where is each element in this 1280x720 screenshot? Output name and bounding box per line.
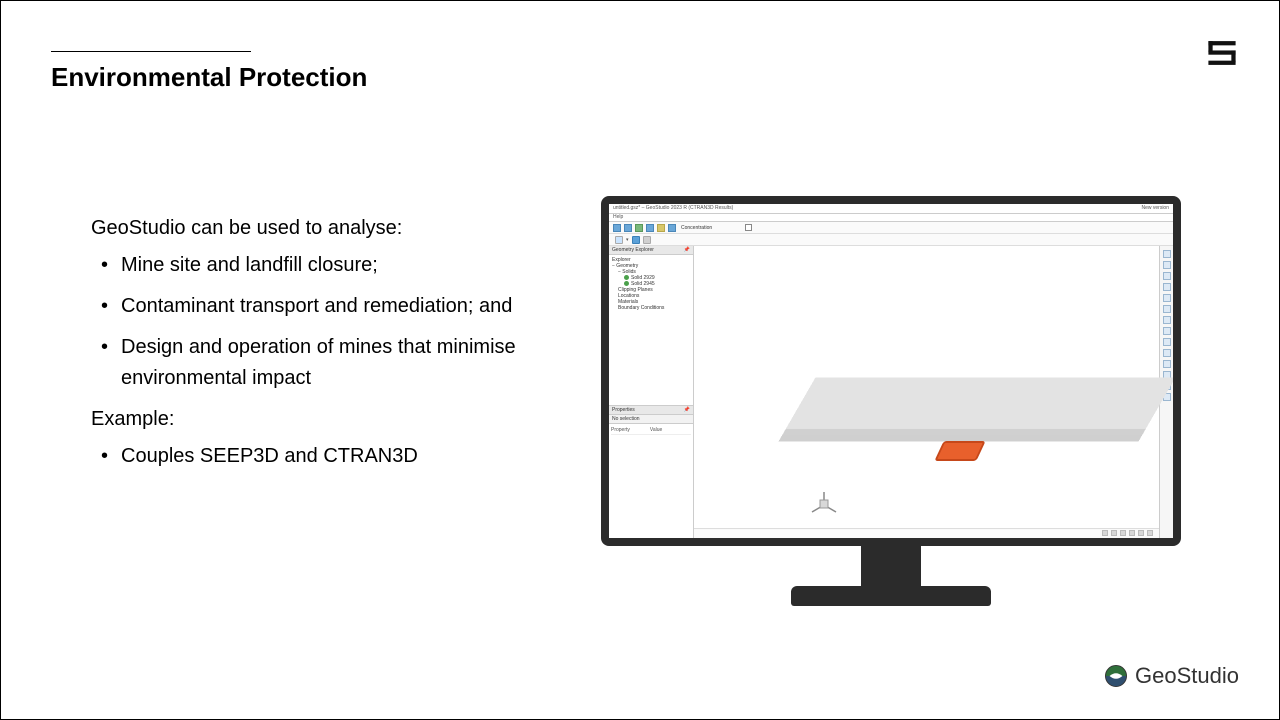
toolbar-cursor-icon[interactable] [615,236,623,244]
seequent-logo-mark [1205,39,1239,72]
pin-icon[interactable]: 📌 [684,247,690,253]
app-toolbar-primary: Concentration [609,222,1173,234]
properties-columns: Property Value [611,426,691,435]
axes-gizmo-icon[interactable] [809,490,839,520]
app-title-text: untitled.gsz* – GeoStudio 2023 R (CTRAN3… [613,205,733,212]
properties-col-property: Property [611,427,630,433]
model-contaminant-plume [934,441,985,461]
pin-icon[interactable]: 📌 [684,407,690,413]
slide-title: Environmental Protection [51,62,1229,93]
toolbar-icon[interactable] [635,224,643,232]
app-window: untitled.gsz* – GeoStudio 2023 R (CTRAN3… [609,204,1173,538]
view-tool-icon[interactable] [1163,338,1171,346]
toolbar-icon[interactable] [646,224,654,232]
statusbar-icon[interactable] [1129,530,1135,536]
monitor-stand-neck [861,546,921,586]
example-bullet-list: Couples SEEP3D and CTRAN3D [91,441,571,472]
toolbar-icon[interactable] [643,236,651,244]
bullet-item: Contaminant transport and remediation; a… [91,291,571,322]
view-tool-icon[interactable] [1163,272,1171,280]
monitor-mockup: untitled.gsz* – GeoStudio 2023 R (CTRAN3… [601,196,1181,606]
view-tool-icon[interactable] [1163,305,1171,313]
toolbar-dropdown-icon[interactable]: ▾ [626,237,629,243]
monitor-screen: untitled.gsz* – GeoStudio 2023 R (CTRAN3… [601,196,1181,546]
left-panel: Geometry Explorer 📌 Explorer − Geometry … [609,246,694,538]
app-toolbar-secondary: ▾ [609,234,1173,246]
toolbar-checkbox[interactable] [745,224,752,231]
view-tool-icon[interactable] [1163,294,1171,302]
sphere-icon [624,275,629,280]
tree-item-boundary[interactable]: Boundary Conditions [612,305,690,311]
s-mark-icon [1205,39,1239,67]
view-tool-icon[interactable] [1163,250,1171,258]
toolbar-field-label: Concentration [681,225,712,231]
properties-subheader: No selection [609,415,693,424]
menu-help[interactable]: Help [613,214,623,220]
explorer-header: Geometry Explorer 📌 [609,246,693,255]
monitor-stand-base [791,586,991,606]
explorer-header-label: Geometry Explorer [612,247,654,253]
view-tool-icon[interactable] [1163,261,1171,269]
sphere-icon [624,281,629,286]
app-title-right: New version [1141,205,1169,212]
view-tool-icon[interactable] [1163,327,1171,335]
properties-panel: Properties 📌 No selection Property Value [609,405,693,504]
properties-col-value: Value [650,427,662,433]
app-titlebar: untitled.gsz* – GeoStudio 2023 R (CTRAN3… [609,204,1173,214]
statusbar-icon[interactable] [1138,530,1144,536]
product-name: GeoStudio [1135,663,1239,689]
bullet-list: Mine site and landfill closure; Contamin… [91,250,571,394]
properties-header: Properties 📌 [609,406,693,415]
bullet-item: Mine site and landfill closure; [91,250,571,281]
bullet-item: Design and operation of mines that minim… [91,332,571,394]
toolbar-icon[interactable] [613,224,621,232]
app-menubar: Help [609,214,1173,222]
view-tool-icon[interactable] [1163,360,1171,368]
text-column: GeoStudio can be used to analyse: Mine s… [91,213,571,482]
view-tool-icon[interactable] [1163,283,1171,291]
properties-body: Property Value [609,424,693,504]
statusbar-icon[interactable] [1111,530,1117,536]
properties-header-label: Properties [612,407,635,413]
geostudio-logo-icon [1105,665,1127,687]
intro-text: GeoStudio can be used to analyse: [91,213,571,244]
view-tool-icon[interactable] [1163,316,1171,324]
toolbar-icon[interactable] [632,236,640,244]
model-slab [782,377,1173,434]
statusbar-icon[interactable] [1120,530,1126,536]
example-label: Example: [91,404,571,435]
toolbar-icon[interactable] [657,224,665,232]
toolbar-icon[interactable] [668,224,676,232]
statusbar-icon[interactable] [1102,530,1108,536]
view-tool-icon[interactable] [1163,349,1171,357]
properties-subheader-label: No selection [612,416,640,422]
viewport-3d[interactable] [694,246,1159,538]
product-logo: GeoStudio [1105,663,1239,689]
geometry-tree[interactable]: Explorer − Geometry − Solids Solid 2929 … [609,255,693,405]
toolbar-icon[interactable] [624,224,632,232]
status-bar [694,528,1159,538]
title-rule [51,51,251,52]
bullet-item: Couples SEEP3D and CTRAN3D [91,441,571,472]
statusbar-icon[interactable] [1147,530,1153,536]
